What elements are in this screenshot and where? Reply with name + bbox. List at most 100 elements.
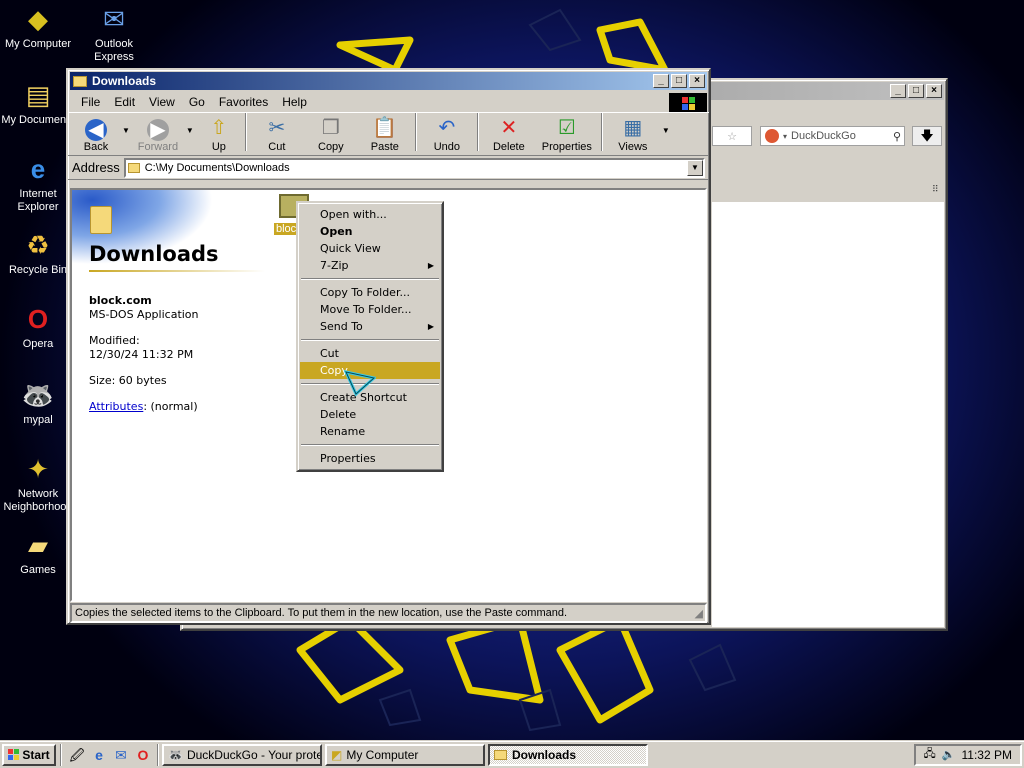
menu-edit[interactable]: Edit	[107, 95, 142, 109]
folder-up-icon: ⇧	[210, 117, 228, 139]
bookmark-star-icon[interactable]: ☆	[712, 126, 752, 146]
submenu-arrow-icon: ▶	[427, 322, 434, 331]
cut-button[interactable]: ✂ Cut	[250, 111, 304, 153]
task-my-computer[interactable]: ◩ My Computer	[325, 743, 485, 766]
folder-heading: Downloads	[89, 242, 219, 266]
context-menu-item-copy-to-folder[interactable]: Copy To Folder...	[300, 284, 440, 301]
context-menu-item-open-with[interactable]: Open with...	[300, 206, 440, 223]
paste-button[interactable]: 📋 Paste	[358, 111, 412, 153]
resize-grip-icon[interactable]: ◢	[695, 607, 703, 620]
context-menu-item-properties[interactable]: Properties	[300, 450, 440, 467]
browser-content	[712, 202, 944, 627]
desktop-internet-explorer[interactable]: e Internet Explorer	[0, 152, 76, 214]
attributes-value: : (normal)	[143, 400, 198, 413]
search-icon[interactable]: ⚲	[893, 130, 901, 143]
show-desktop-icon[interactable]: 🖉	[68, 746, 86, 764]
window-title: Downloads	[92, 74, 157, 88]
context-menu-item-cut[interactable]: Cut	[300, 345, 440, 362]
desktop-my-computer[interactable]: ◆ My Computer	[0, 2, 76, 51]
desktop-my-documents[interactable]: ▤ My Documents	[0, 78, 76, 127]
forward-button[interactable]: ▶ Forward	[132, 111, 184, 153]
large-folder-icon	[90, 206, 112, 234]
close-button[interactable]: ×	[926, 84, 942, 98]
explorer-titlebar[interactable]: Downloads _ □ ×	[70, 72, 707, 90]
desktop-recycle-bin[interactable]: ♻ Recycle Bin	[0, 228, 76, 277]
properties-check-icon: ☑	[557, 117, 576, 139]
context-menu-item-move-to-folder[interactable]: Move To Folder...	[300, 301, 440, 318]
address-field[interactable]: C:\My Documents\Downloads ▼	[123, 157, 705, 178]
back-dropdown-icon[interactable]: ▼	[122, 126, 130, 135]
properties-button[interactable]: ☑ Properties	[536, 111, 598, 153]
internet-explorer-icon[interactable]: e	[90, 746, 108, 764]
task-duckduckgo[interactable]: 🦝 DuckDuckGo - Your prote...	[162, 743, 322, 766]
undo-button[interactable]: ↶ Undo	[420, 111, 474, 153]
menu-favorites[interactable]: Favorites	[212, 95, 275, 109]
address-value: C:\My Documents\Downloads	[144, 161, 290, 174]
context-menu-item-delete[interactable]: Delete	[300, 406, 440, 423]
address-dropdown-button[interactable]: ▼	[687, 159, 703, 176]
desktop-icon-label: Games	[20, 564, 56, 576]
folder-icon	[127, 162, 140, 173]
mouse-cursor-icon	[344, 370, 376, 397]
menu-bar: File Edit View Go Favorites Help	[68, 92, 709, 113]
modified-label: Modified:	[89, 334, 140, 347]
address-bar: Address C:\My Documents\Downloads ▼	[68, 156, 709, 180]
views-grid-icon: ▦	[623, 117, 643, 139]
context-menu-item-rename[interactable]: Rename	[300, 423, 440, 440]
menu-separator	[301, 444, 439, 446]
context-menu-item-7-zip[interactable]: 7-Zip ▶	[300, 257, 440, 274]
status-bar: Copies the selected items to the Clipboa…	[70, 603, 707, 623]
context-menu-item-open[interactable]: Open	[300, 223, 440, 240]
context-menu-item-label: Move To Folder...	[320, 303, 412, 316]
menu-help[interactable]: Help	[275, 95, 314, 109]
minimize-button[interactable]: _	[890, 84, 906, 98]
maximize-button[interactable]: □	[671, 74, 687, 88]
up-button[interactable]: ⇧ Up	[196, 111, 242, 153]
toolbar-separator	[476, 113, 479, 151]
close-button[interactable]: ×	[689, 74, 705, 88]
context-menu-item-quick-view[interactable]: Quick View	[300, 240, 440, 257]
start-button[interactable]: Start	[2, 743, 56, 766]
desktop-opera[interactable]: O Opera	[0, 302, 76, 351]
folder-icon	[73, 75, 87, 87]
delete-button[interactable]: ✕ Delete	[482, 111, 536, 153]
download-button[interactable]: 🡇	[912, 126, 942, 146]
context-menu-item-send-to[interactable]: Send To ▶	[300, 318, 440, 335]
task-downloads[interactable]: Downloads	[488, 743, 648, 766]
outlook-express-icon[interactable]: ✉	[112, 746, 130, 764]
views-dropdown-icon[interactable]: ▼	[662, 126, 670, 135]
views-button[interactable]: ▦ Views	[606, 111, 660, 153]
context-menu-item-label: Quick View	[320, 242, 381, 255]
tray-network-icon[interactable]: 🖧	[924, 745, 936, 764]
standard-toolbar: ◀ Back ▼ ▶ Forward ▼ ⇧ Up ✂ Cut ❐ Copy 📋…	[68, 112, 709, 156]
back-button[interactable]: ◀ Back	[72, 111, 120, 153]
clock[interactable]: 11:32 PM	[962, 748, 1012, 762]
folder-icon	[494, 749, 507, 760]
desktop-outlook-express[interactable]: ✉ Outlook Express	[76, 2, 152, 64]
delete-x-icon: ✕	[500, 117, 518, 139]
mypal-icon: 🦝	[21, 379, 55, 410]
mypal-icon: 🦝	[168, 747, 183, 762]
menu-file[interactable]: File	[74, 95, 107, 109]
search-box[interactable]: ▾ DuckDuckGo ⚲	[760, 126, 905, 146]
my-computer-icon: ◆	[28, 3, 48, 34]
menu-view[interactable]: View	[142, 95, 182, 109]
tray-volume-icon[interactable]: 🔈	[942, 748, 956, 761]
desktop-games-folder[interactable]: ▰ Games	[0, 528, 76, 577]
desktop-network-neighborhood[interactable]: ✦ Network Neighborhood	[0, 452, 76, 514]
desktop-icon-label: Opera	[22, 338, 54, 350]
context-menu-item-label: Copy To Folder...	[320, 286, 410, 299]
minimize-button[interactable]: _	[653, 74, 669, 88]
maximize-button[interactable]: □	[908, 84, 924, 98]
desktop-icon-label: My Documents	[1, 114, 75, 126]
menu-go[interactable]: Go	[182, 95, 212, 109]
desktop-mypal[interactable]: 🦝 mypal	[0, 378, 76, 427]
address-label: Address	[72, 160, 120, 175]
toolbar-separator	[414, 113, 417, 151]
attributes-link[interactable]: Attributes	[89, 400, 143, 413]
games-folder-icon: ▰	[28, 529, 48, 560]
selected-file-name: block.com	[89, 294, 152, 307]
forward-dropdown-icon[interactable]: ▼	[186, 126, 194, 135]
copy-button[interactable]: ❐ Copy	[304, 111, 358, 153]
opera-icon[interactable]: O	[134, 746, 152, 764]
